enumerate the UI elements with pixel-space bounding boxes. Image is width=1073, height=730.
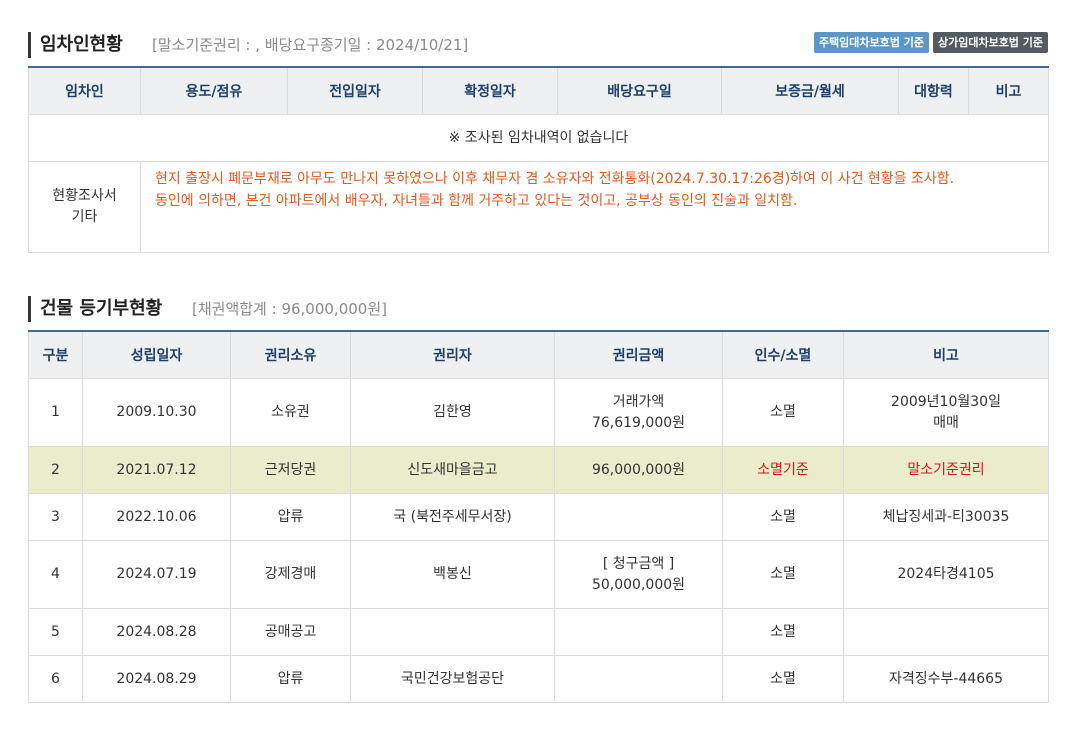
row-amount: [554, 608, 723, 656]
column-header-remarks: 비고: [968, 66, 1049, 115]
lease-status-section: 임차인현황 [말소기준권리 : , 배당요구종기일 : 2024/10/21] …: [28, 30, 1049, 253]
row-holder: 김한영: [350, 378, 555, 447]
survey-label-line1: 현황조사서: [52, 188, 117, 204]
row-number: 2: [28, 446, 83, 494]
commercial-lease-law-button[interactable]: 상가임대차보호법 기준: [932, 32, 1048, 53]
row-note: 2024타경4105: [843, 540, 1049, 609]
column-header-assume-extinguish: 인수/소멸: [722, 330, 844, 379]
column-header-right-type: 권리소유: [230, 330, 351, 379]
building-registry-section: 건물 등기부현황 [채권액합계 : 96,000,000원] 구분 성립일자 권…: [28, 294, 1049, 703]
row-right-type: 압류: [230, 655, 351, 703]
row-note: [843, 608, 1049, 656]
row-right-type: 공매공고: [230, 608, 351, 656]
survey-text-line2: 동인에 의하면, 본건 아파트에서 배우자, 자녀들과 함께 거주하고 있다는 …: [155, 193, 798, 209]
lease-table: 임차인 용도/점유 전입일자 확정일자 배당요구일 보증금/월세 대항력 비고 …: [28, 66, 1049, 253]
row-status: 소멸: [722, 608, 844, 656]
no-lease-data-message: ※ 조사된 임차내역이 없습니다: [28, 114, 1049, 162]
column-header-established-date: 성립일자: [82, 330, 231, 379]
row-amount: [ 청구금액 ] 50,000,000원: [554, 540, 723, 609]
table-row: 6 2024.08.29 압류 국민건강보험공단 소멸 자격징수부-44665: [28, 655, 1049, 703]
row-date: 2024.08.28: [82, 608, 231, 656]
building-section-title: 건물 등기부현황: [28, 296, 162, 322]
row-amount-line2: 50,000,000원: [591, 576, 686, 593]
row-holder: 신도새마을금고: [350, 446, 555, 494]
building-table-header-row: 구분 성립일자 권리소유 권리자 권리금액 인수/소멸 비고: [28, 330, 1049, 379]
table-row: 5 2024.08.28 공매공고 소멸: [28, 608, 1049, 656]
row-right-type: 압류: [230, 493, 351, 541]
survey-label-line2: 기타: [71, 209, 98, 225]
column-header-building-remarks: 비고: [843, 330, 1049, 379]
column-header-division: 구분: [28, 330, 83, 379]
row-right-type: 소유권: [230, 378, 351, 447]
row-holder: 백봉신: [350, 540, 555, 609]
table-row-baseline-right: 2 2021.07.12 근저당권 신도새마을금고 96,000,000원 소멸…: [28, 446, 1049, 494]
row-date: 2022.10.06: [82, 493, 231, 541]
row-amount: [554, 493, 723, 541]
row-note-line1: 2009년10월30일: [891, 393, 1001, 410]
row-amount-line1: [ 청구금액 ]: [602, 555, 675, 572]
survey-row: 현황조사서 기타 현지 출장시 폐문부재로 아무도 만나지 못하였으나 이후 채…: [28, 161, 1049, 253]
column-header-fixed-date: 확정일자: [422, 66, 558, 115]
row-amount-line1: 거래가액: [612, 393, 665, 410]
row-date: 2009.10.30: [82, 378, 231, 447]
lease-section-subtitle: [말소기준권리 : , 배당요구종기일 : 2024/10/21]: [152, 36, 469, 54]
row-note-line2: 매매: [933, 414, 959, 431]
row-number: 1: [28, 378, 83, 447]
survey-description: 현지 출장시 폐문부재로 아무도 만나지 못하였으나 이후 채무자 겸 소유자와…: [140, 161, 1049, 253]
row-note: 자격징수부-44665: [843, 655, 1049, 703]
row-number: 6: [28, 655, 83, 703]
housing-lease-law-button[interactable]: 주택임대차보호법 기준: [813, 32, 929, 53]
column-header-deposit-rent: 보증금/월세: [721, 66, 899, 115]
building-section-header: 건물 등기부현황 [채권액합계 : 96,000,000원]: [28, 294, 1048, 324]
row-date: 2024.07.19: [82, 540, 231, 609]
lease-section-title: 임차인현황: [28, 32, 123, 58]
row-date: 2024.08.29: [82, 655, 231, 703]
no-data-row: ※ 조사된 임차내역이 없습니다: [28, 114, 1049, 162]
row-status: 소멸기준: [722, 446, 844, 494]
row-number: 3: [28, 493, 83, 541]
row-note: 체납징세과-티30035: [843, 493, 1049, 541]
lease-section-header: 임차인현황 [말소기준권리 : , 배당요구종기일 : 2024/10/21] …: [28, 30, 1048, 60]
row-right-type: 근저당권: [230, 446, 351, 494]
survey-text-line1: 현지 출장시 폐문부재로 아무도 만나지 못하였으나 이후 채무자 겸 소유자와…: [155, 171, 955, 187]
survey-label: 현황조사서 기타: [28, 161, 141, 253]
table-row: 3 2022.10.06 압류 국 (북전주세무서장) 소멸 체납징세과-티30…: [28, 493, 1049, 541]
row-status: 소멸: [722, 378, 844, 447]
column-header-right-amount: 권리금액: [554, 330, 723, 379]
row-right-type: 강제경매: [230, 540, 351, 609]
row-note: 말소기준권리: [843, 446, 1049, 494]
row-amount: 96,000,000원: [554, 446, 723, 494]
column-header-tenant: 임차인: [28, 66, 141, 115]
row-status: 소멸: [722, 493, 844, 541]
row-date: 2021.07.12: [82, 446, 231, 494]
row-number: 4: [28, 540, 83, 609]
row-amount: [554, 655, 723, 703]
row-holder: 국민건강보험공단: [350, 655, 555, 703]
column-header-dividend-request-date: 배당요구일: [557, 66, 722, 115]
row-amount-line2: 76,619,000원: [591, 414, 686, 431]
row-holder: 국 (북전주세무서장): [350, 493, 555, 541]
column-header-opposing-power: 대항력: [898, 66, 969, 115]
building-registry-table: 구분 성립일자 권리소유 권리자 권리금액 인수/소멸 비고 1 2009.10…: [28, 330, 1049, 703]
row-note: 2009년10월30일 매매: [843, 378, 1049, 447]
building-section-subtitle: [채권액합계 : 96,000,000원]: [192, 300, 387, 318]
row-amount: 거래가액 76,619,000원: [554, 378, 723, 447]
table-row: 1 2009.10.30 소유권 김한영 거래가액 76,619,000원 소멸…: [28, 378, 1049, 447]
row-number: 5: [28, 608, 83, 656]
lease-table-header-row: 임차인 용도/점유 전입일자 확정일자 배당요구일 보증금/월세 대항력 비고: [28, 66, 1049, 115]
column-header-use-occupancy: 용도/점유: [140, 66, 288, 115]
column-header-move-in-date: 전입일자: [287, 66, 423, 115]
table-row: 4 2024.07.19 강제경매 백봉신 [ 청구금액 ] 50,000,00…: [28, 540, 1049, 609]
law-basis-badges: 주택임대차보호법 기준 상가임대차보호법 기준: [813, 32, 1048, 53]
row-status: 소멸: [722, 540, 844, 609]
row-status: 소멸: [722, 655, 844, 703]
row-holder: [350, 608, 555, 656]
column-header-right-holder: 권리자: [350, 330, 555, 379]
